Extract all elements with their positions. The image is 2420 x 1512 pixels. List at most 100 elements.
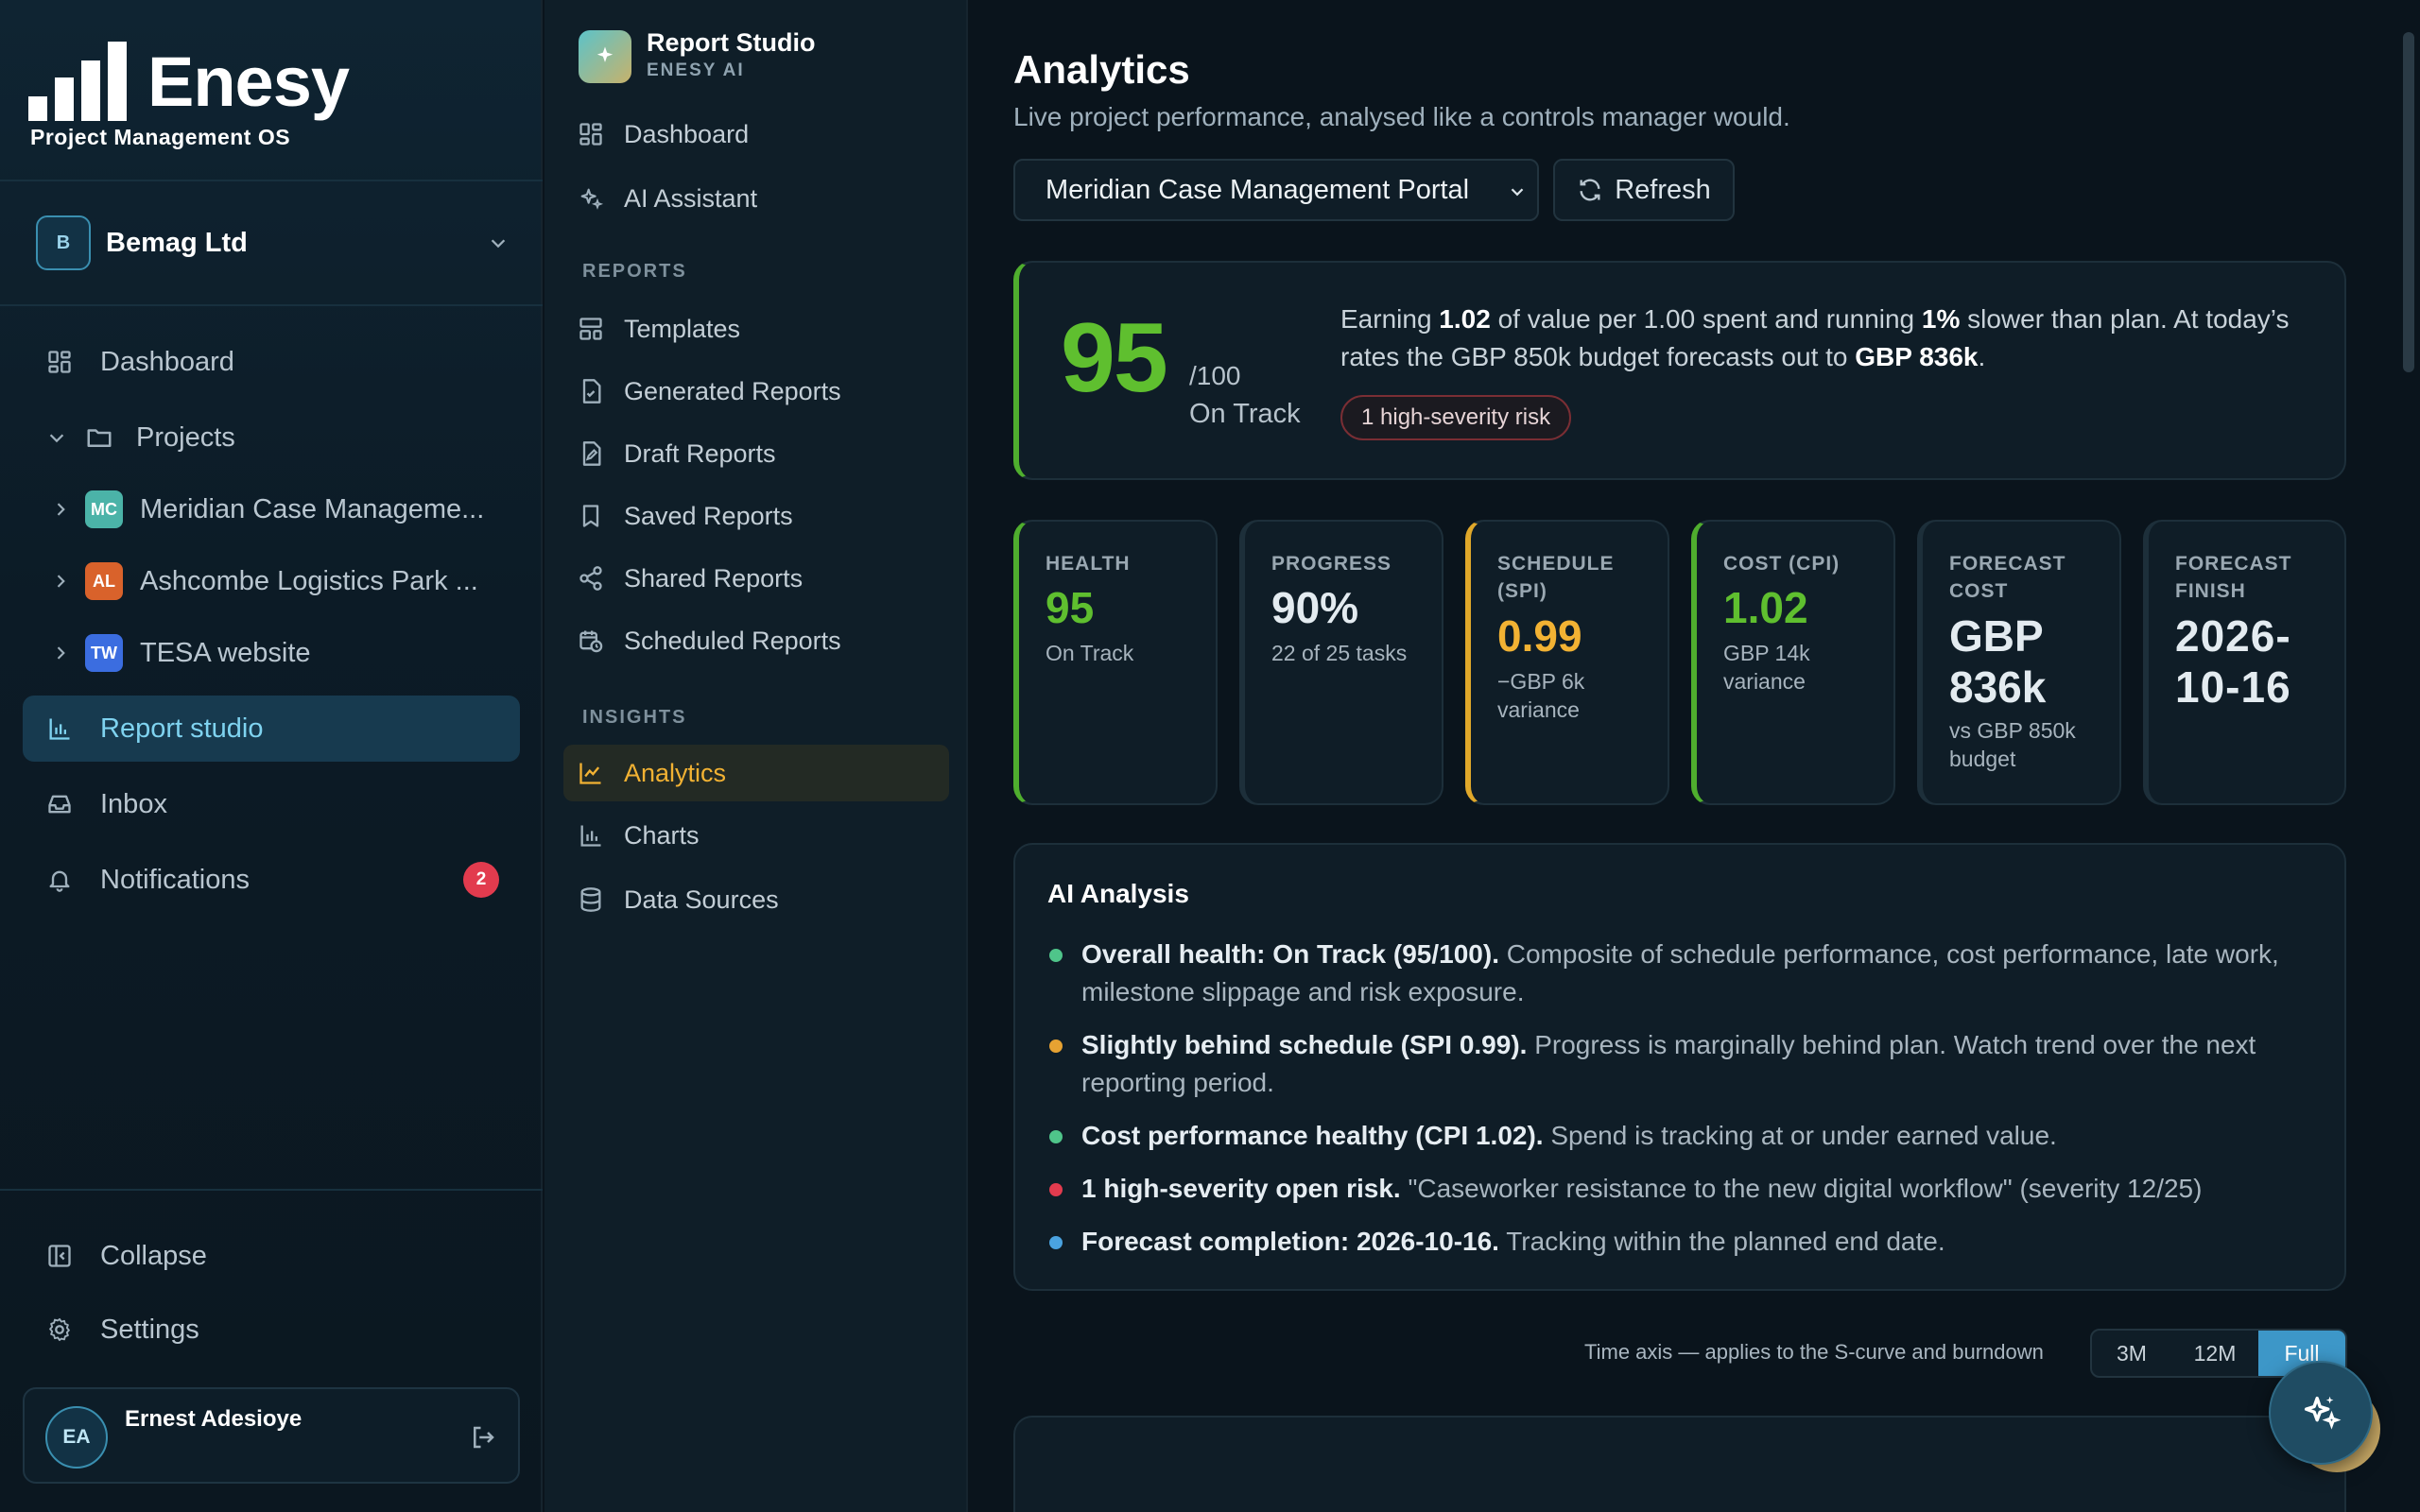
bell-icon [45,866,74,894]
metric-value: 1.02 [1723,583,1808,632]
project-item-tesa[interactable]: TW TESA website [23,620,520,686]
panel-item-scheduled-reports[interactable]: Scheduled Reports [563,612,949,669]
report-studio-panel: Report Studio ENESY AI Dashboard AI Assi… [544,0,968,1512]
bar-chart-icon [45,714,74,743]
metric-card-health: HEALTH 95 On Track [1013,520,1218,805]
metric-card-progress: PROGRESS 90% 22 of 25 tasks [1239,520,1443,805]
panel-item-dashboard[interactable]: Dashboard [563,106,949,163]
gear-icon [45,1315,74,1344]
metric-label: FORECAST COST [1949,553,2066,602]
refresh-button[interactable]: Refresh [1553,159,1735,221]
collapse-label: Collapse [100,1240,207,1271]
settings-button[interactable]: Settings [23,1297,520,1363]
sparkle-icon [577,184,605,213]
collapse-sidebar-icon [45,1242,74,1270]
panel-item-ai-assistant[interactable]: AI Assistant [563,170,949,227]
panel-item-label: Scheduled Reports [624,626,841,655]
user-card[interactable]: EA Ernest Adesioye [23,1387,520,1484]
collapse-button[interactable]: Collapse [23,1223,520,1289]
refresh-icon [1580,179,1600,201]
chevron-down-icon [1511,188,1524,197]
ai-analysis-title: AI Analysis [1047,879,1189,908]
panel-item-analytics[interactable]: Analytics [563,745,949,801]
divider [0,1189,543,1191]
list-item: Forecast completion: 2026-10-16. Trackin… [1047,1223,2324,1261]
dashboard-icon [577,120,605,148]
panel-item-label: Analytics [624,758,727,787]
chevron-right-icon [49,500,72,519]
brand-name: Enesy [147,43,350,121]
nav-notifications-label: Notifications [100,864,250,895]
panel-item-label: Data Sources [624,885,779,914]
chevron-down-icon [491,239,506,249]
project-select[interactable]: Meridian Case Management Portal [1013,159,1539,221]
panel-title: Report Studio [647,28,816,57]
analytics-main: Analytics Live project performance, anal… [970,0,2420,1512]
time-option-12m[interactable]: 12M [2171,1331,2258,1376]
bookmark-icon [577,502,605,530]
project-item-meridian[interactable]: MC Meridian Case Manageme... [23,476,520,542]
nav-projects-label: Projects [136,421,235,453]
panel-item-templates[interactable]: Templates [563,301,949,357]
brand-tagline: Project Management OS [30,125,291,149]
list-item: Overall health: On Track (95/100). Compo… [1047,936,2324,1011]
panel-item-draft-reports[interactable]: Draft Reports [563,425,949,482]
avatar: EA [45,1406,108,1469]
metric-card-forecast-cost: FORECAST COST GBP 836k vs GBP 850k budge… [1917,520,2121,805]
metric-value: 0.99 [1497,611,1582,661]
health-score-max: /100 [1189,361,1241,390]
brand-logo[interactable]: Enesy [28,42,350,121]
scrollbar[interactable] [2403,32,2414,372]
health-score-value: 95 [1061,303,1168,413]
sparkle-icon [2304,1396,2342,1430]
chevron-down-icon [45,427,68,448]
notifications-count-badge: 2 [463,862,499,898]
nav-inbox[interactable]: Inbox [23,771,520,837]
metric-cards: HEALTH 95 On Track PROGRESS 90% 22 of 25… [1013,520,2346,805]
project-name: TESA website [140,637,311,668]
panel-item-label: Shared Reports [624,563,804,593]
metric-card-cost: COST (CPI) 1.02 GBP 14k variance [1691,520,1895,805]
panel-item-shared-reports[interactable]: Shared Reports [563,550,949,607]
nav-report-studio-label: Report studio [100,713,264,744]
time-option-3m[interactable]: 3M [2092,1331,2171,1376]
health-score-card: 95 /100 On Track Earning 1.02 of value p… [1013,261,2346,480]
org-switcher[interactable]: B Bemag Ltd [36,215,509,270]
ai-assistant-fab[interactable] [2269,1361,2373,1465]
time-axis-label: Time axis — applies to the S-curve and b… [1584,1340,2044,1364]
s-curve-card [1013,1416,2346,1512]
panel-item-label: Charts [624,820,700,850]
project-name: Meridian Case Manageme... [140,493,485,524]
metric-sub: GBP 14k variance [1723,641,1810,694]
status-dot [1049,1236,1063,1249]
panel-item-generated-reports[interactable]: Generated Reports [563,363,949,420]
settings-label: Settings [100,1314,199,1345]
risk-badge[interactable]: 1 high-severity risk [1340,395,1572,440]
nav-report-studio[interactable]: Report studio [23,696,520,762]
status-dot [1049,949,1063,962]
calendar-clock-icon [577,627,605,655]
file-check-icon [577,377,605,405]
panel-item-charts[interactable]: Charts [563,807,949,864]
sparkle-icon [579,30,631,83]
nav-notifications[interactable]: Notifications 2 [23,847,520,913]
metric-card-forecast-finish: FORECAST FINISH 2026-10-16 [2143,520,2346,805]
panel-item-data-sources[interactable]: Data Sources [563,871,949,928]
logout-icon[interactable] [469,1423,497,1452]
nav-projects[interactable]: Projects [23,404,520,471]
panel-item-label: Templates [624,314,741,343]
project-item-ashcombe[interactable]: AL Ashcombe Logistics Park ... [23,548,520,614]
file-edit-icon [577,439,605,468]
health-summary: Earning 1.02 of value per 1.00 spent and… [1340,304,2290,371]
section-heading-insights: INSIGHTS [582,707,687,728]
metric-sub: On Track [1046,641,1134,665]
template-icon [577,315,605,343]
logo-bars-icon [28,42,127,121]
panel-item-label: Generated Reports [624,376,841,405]
metric-label: COST (CPI) [1723,553,1841,575]
metric-label: FORECAST FINISH [2175,553,2292,602]
panel-item-saved-reports[interactable]: Saved Reports [563,488,949,544]
dashboard-icon [45,348,74,376]
nav-dashboard[interactable]: Dashboard [23,329,520,395]
metric-value: GBP 836k [1949,611,2047,712]
